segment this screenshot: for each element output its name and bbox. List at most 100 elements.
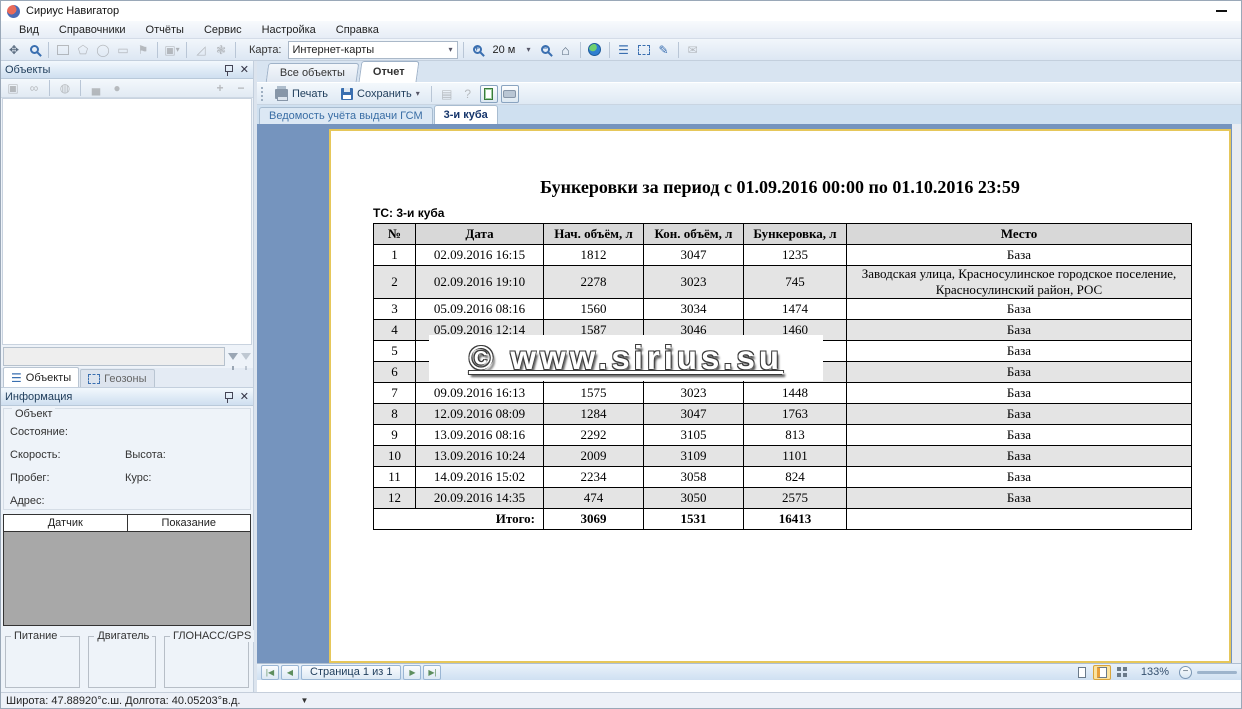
zoom-slider[interactable]	[1197, 671, 1237, 674]
track-icon[interactable]: ❃	[212, 41, 230, 59]
tab-objects[interactable]: ☰ Объекты	[3, 367, 79, 387]
glonass-gps-group: ГЛОНАСС/GPS	[164, 636, 249, 688]
left-tabs: ☰ Объекты Геозоны	[1, 368, 253, 388]
col-header-end-volume: Кон. объём, л	[644, 224, 744, 245]
table-row: 12 20.09.2016 14:35 474 3050 2575 База	[374, 488, 1192, 509]
fit-width-view-button[interactable]	[1093, 665, 1111, 680]
menu-view[interactable]: Вид	[9, 21, 49, 39]
scale-value: 20 м	[493, 44, 516, 56]
truck-icon[interactable]: ▄	[87, 79, 105, 97]
last-page-button[interactable]: ▶|	[423, 665, 441, 680]
vertical-scrollbar[interactable]	[1232, 124, 1241, 663]
objects-toolbar: ▣ ∞ ◍ ▄ ● + −	[1, 79, 253, 98]
menu-bar: Вид Справочники Отчёты Сервис Настройка …	[1, 21, 1241, 39]
chevron-down-icon: ▾	[526, 45, 530, 54]
info-fields: Объект Состояние: Скорость: Высота: Проб…	[3, 408, 251, 510]
mileage-label: Пробег:	[10, 472, 125, 484]
zoom-out-icon[interactable]: −	[537, 41, 555, 59]
next-page-button[interactable]: ▶	[403, 665, 421, 680]
objects-panel-title: Объекты	[5, 64, 224, 76]
pan-hand-icon[interactable]: ✥	[5, 41, 23, 59]
print-button[interactable]: Печать	[270, 85, 333, 103]
add-icon[interactable]: +	[211, 79, 229, 97]
filter-input[interactable]	[3, 347, 225, 366]
print-layout-button[interactable]	[501, 85, 519, 103]
page-view-button[interactable]	[480, 85, 498, 103]
menu-reports[interactable]: Отчёты	[136, 21, 194, 39]
menu-service[interactable]: Сервис	[194, 21, 252, 39]
window-title: Сириус Навигатор	[26, 5, 1207, 17]
circle-icon[interactable]: ◯	[94, 41, 112, 59]
course-label: Курс:	[125, 472, 151, 484]
pin-icon[interactable]	[224, 64, 232, 76]
help-icon[interactable]: ?	[459, 85, 477, 103]
menu-help[interactable]: Справка	[326, 21, 389, 39]
report-table-footer: Итого: 3069 1531 16413	[374, 509, 1192, 530]
tab-3i-kuba[interactable]: 3-и куба	[434, 105, 498, 124]
report-page: Бункеровки за период с 01.09.2016 00:00 …	[329, 129, 1231, 663]
first-page-button[interactable]: |◀	[261, 665, 279, 680]
object-list-icon[interactable]: ☰	[615, 41, 633, 59]
link-icon[interactable]: ∞	[25, 79, 43, 97]
rectangle-icon[interactable]: ▭	[114, 41, 132, 59]
menu-directories[interactable]: Справочники	[49, 21, 136, 39]
total-start-volume: 3069	[544, 509, 644, 530]
table-row: 2 02.09.2016 19:10 2278 3023 745 Заводск…	[374, 266, 1192, 299]
page-icon	[484, 88, 493, 100]
tab-all-objects[interactable]: Все объекты	[266, 63, 360, 82]
page-indicator: Страница 1 из 1	[301, 665, 401, 680]
main-panel: Все объекты Отчет Печать Сохранить ▾ ▤ ?	[257, 61, 1241, 692]
object-group-label: Объект	[12, 408, 55, 420]
pin-icon[interactable]	[224, 391, 232, 403]
zoom-select-icon[interactable]	[25, 41, 43, 59]
home-icon[interactable]: ⌂	[557, 41, 575, 59]
mail-icon[interactable]: ✉	[684, 41, 702, 59]
object-tree[interactable]	[2, 98, 252, 345]
status-dropdown-icon[interactable]: ▼	[300, 696, 308, 705]
zoom-out-button[interactable]: −	[1179, 666, 1192, 679]
close-icon[interactable]: ✕	[240, 63, 249, 76]
info-panel-title: Информация	[5, 391, 224, 403]
multi-page-view-button[interactable]	[1113, 665, 1131, 680]
polygon-icon[interactable]: ⬠	[74, 41, 92, 59]
save-icon	[341, 88, 353, 100]
tab-gsm-statement[interactable]: Ведомость учёта выдачи ГСМ	[259, 107, 433, 124]
single-page-view-button[interactable]	[1073, 665, 1091, 680]
title-bar: Сириус Навигатор	[1, 1, 1241, 21]
objects-panel-header: Объекты ✕	[1, 61, 253, 79]
col-header-start-volume: Нач. объём, л	[544, 224, 644, 245]
filter-row	[1, 345, 253, 368]
ruler-icon[interactable]: ◿	[192, 41, 210, 59]
flag-icon[interactable]: ⚑	[134, 41, 152, 59]
map-select-value: Интернет-карты	[293, 44, 375, 56]
report-subtitle: ТС: 3-и куба	[373, 206, 1229, 220]
scale-select[interactable]: 20 м ▾	[489, 41, 535, 59]
edit-notes-icon[interactable]: ✎	[655, 41, 673, 59]
close-icon[interactable]: ✕	[240, 390, 249, 403]
zoom-in-icon[interactable]: +	[469, 41, 487, 59]
col-header-date: Дата	[416, 224, 544, 245]
menu-settings[interactable]: Настройка	[252, 21, 326, 39]
tab-geozones[interactable]: Геозоны	[80, 369, 154, 387]
remove-icon[interactable]: −	[232, 79, 250, 97]
total-label: Итого:	[374, 509, 544, 530]
select-area-icon[interactable]	[54, 41, 72, 59]
map-select[interactable]: Интернет-карты ▾	[288, 41, 458, 59]
tab-report[interactable]: Отчет	[358, 61, 419, 82]
filter-icon[interactable]	[228, 353, 238, 360]
globe-small-icon[interactable]: ◍	[56, 79, 74, 97]
prev-page-button[interactable]: ◀	[281, 665, 299, 680]
sensor-col-header: Датчик	[4, 515, 128, 531]
filter-clear-icon[interactable]	[241, 353, 251, 360]
minimize-button[interactable]	[1207, 4, 1235, 18]
power-group: Питание	[5, 636, 80, 688]
add-vehicle-icon[interactable]: ▣	[4, 79, 22, 97]
preview-icon[interactable]: ▤	[438, 85, 456, 103]
app-icon	[7, 5, 20, 18]
save-button[interactable]: Сохранить ▾	[336, 85, 425, 103]
layers-icon[interactable]: ▣▾	[163, 41, 181, 59]
geozone-icon[interactable]	[635, 41, 653, 59]
sphere-icon[interactable]: ●	[108, 79, 126, 97]
globe-icon[interactable]	[586, 41, 604, 59]
map-label: Карта:	[249, 44, 282, 56]
